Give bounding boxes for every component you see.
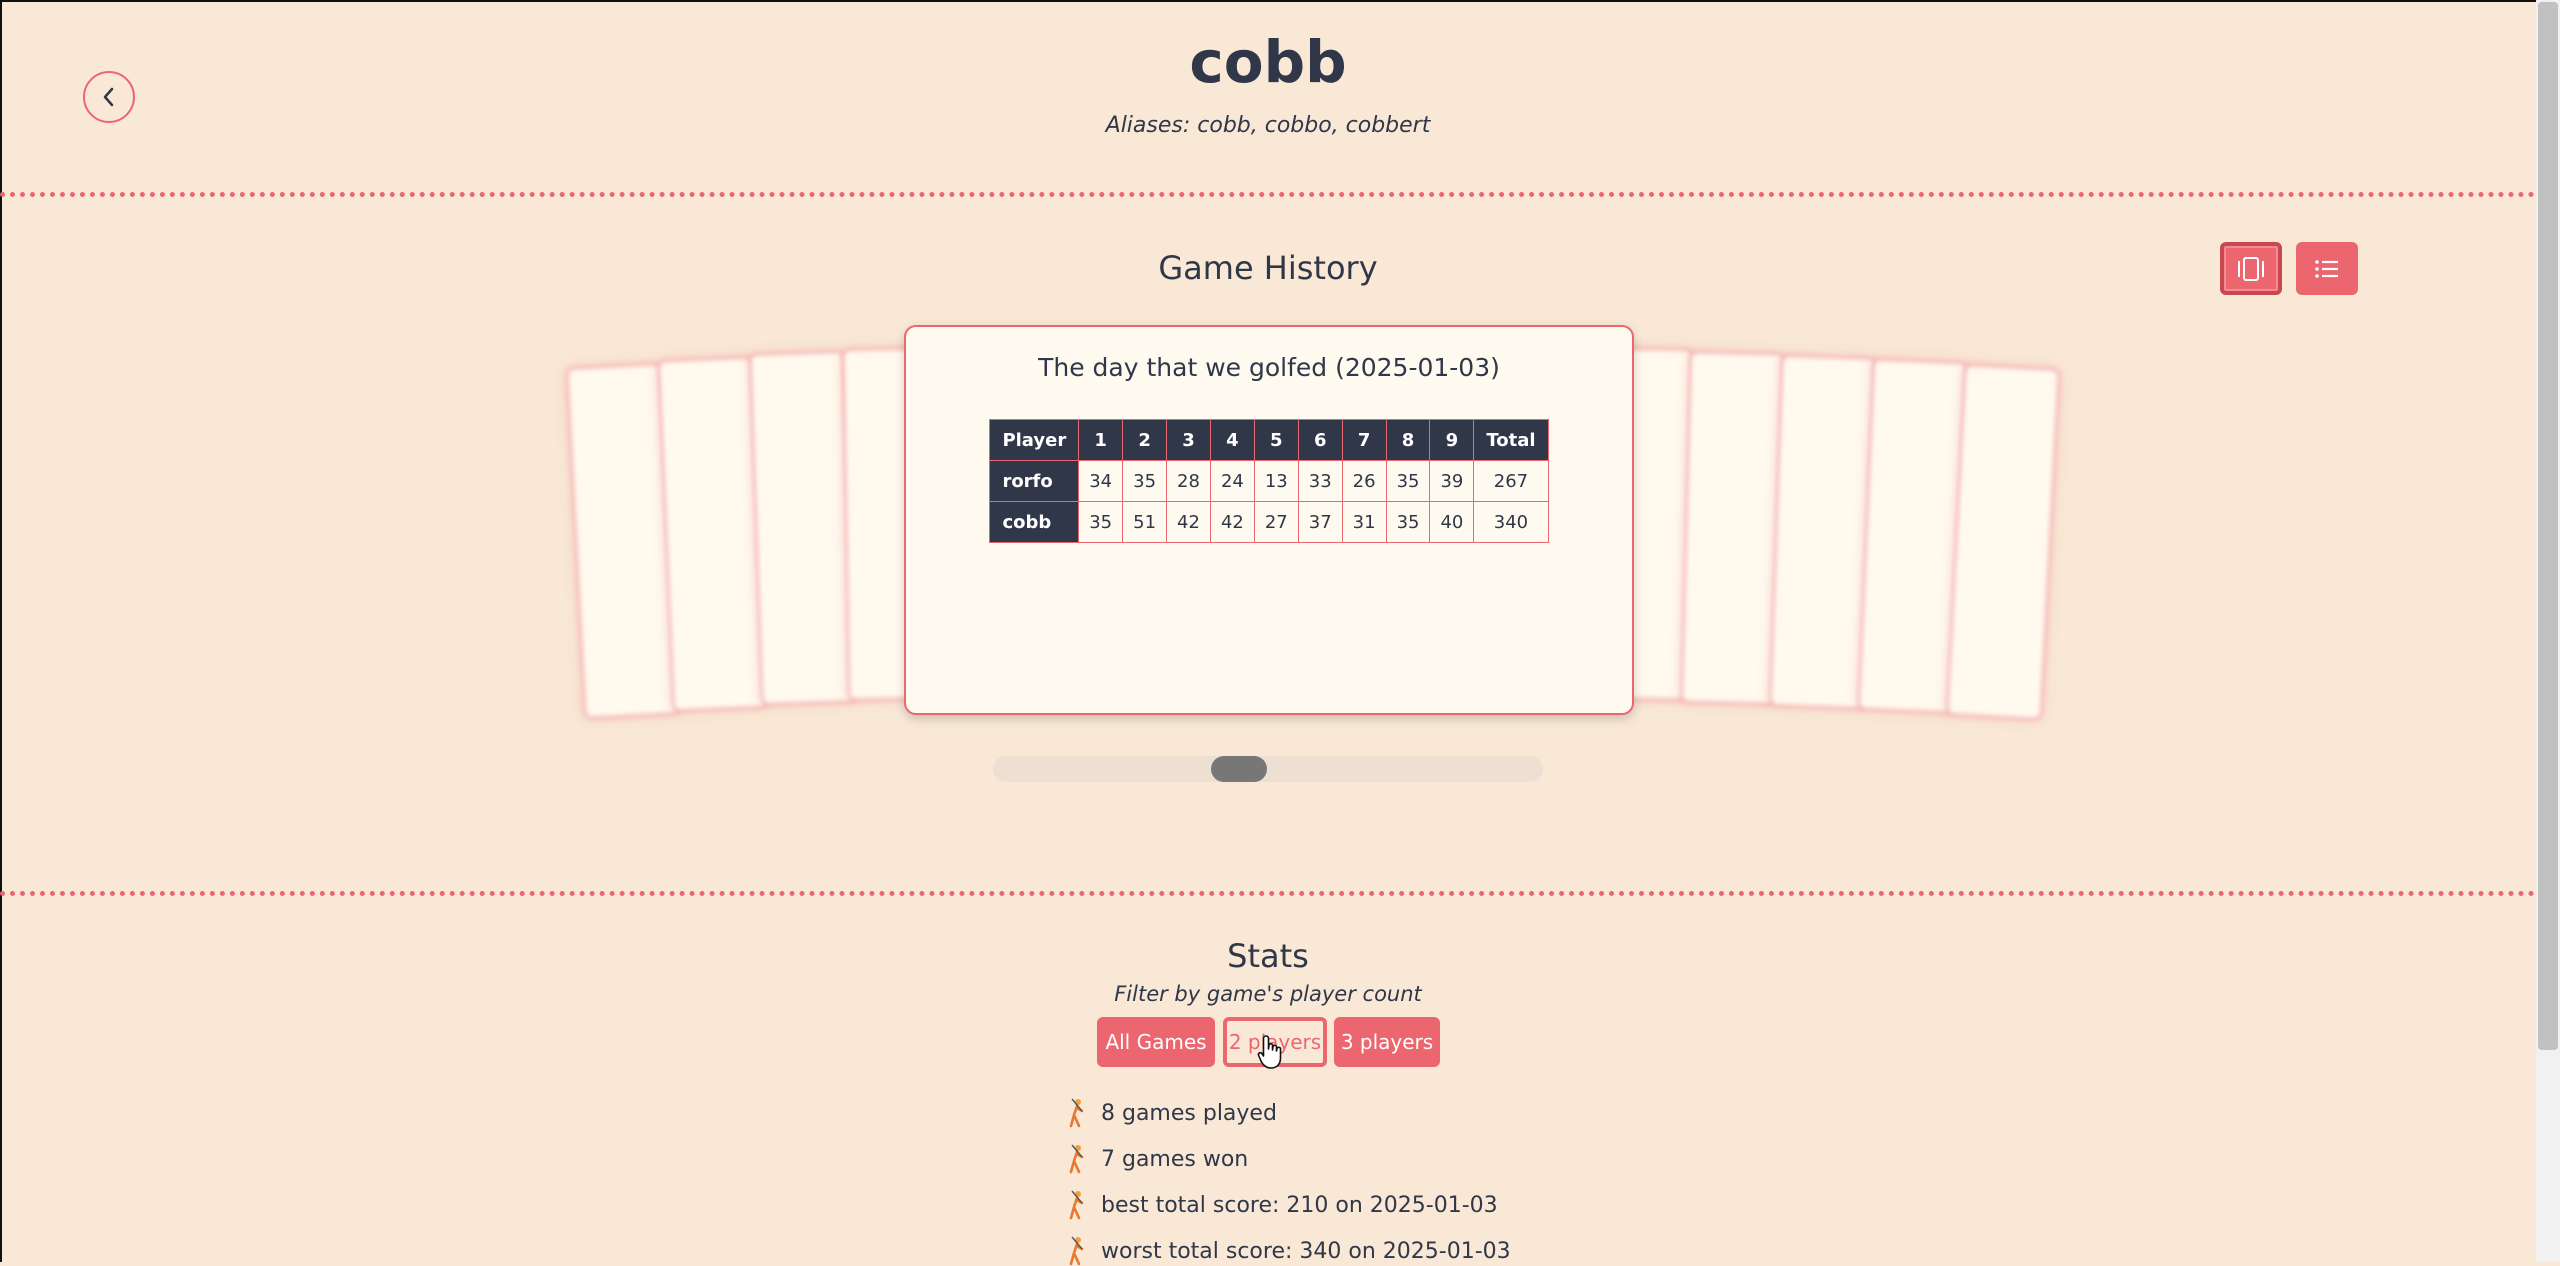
score-cell: 37 <box>1297 501 1343 543</box>
stat-item: best total score: 210 on 2025-01-03 <box>1063 1190 1498 1220</box>
carousel-card[interactable] <box>1945 363 2061 721</box>
golfer-icon <box>1069 1144 1084 1174</box>
score-cell: 51 <box>1122 501 1168 543</box>
column-header: 1 <box>1078 419 1124 461</box>
column-header: 8 <box>1385 419 1431 461</box>
score-cell: 13 <box>1253 460 1299 502</box>
total-cell: 340 <box>1473 501 1549 543</box>
score-cell: 42 <box>1209 501 1255 543</box>
score-cell: 39 <box>1429 460 1475 502</box>
total-cell: 267 <box>1473 460 1549 502</box>
column-header: 4 <box>1209 419 1255 461</box>
score-cell: 35 <box>1385 501 1431 543</box>
player-name: cobb <box>1189 28 1347 96</box>
table-row: rorfo 34 35 28 24 13 33 26 35 39 267 <box>989 460 1549 502</box>
carousel-view-icon <box>2238 256 2264 281</box>
filter-3-players-button[interactable]: 3 players <box>1334 1017 1440 1067</box>
column-header: 9 <box>1429 419 1475 461</box>
stat-text: best total score: 210 on 2025-01-03 <box>1101 1192 1498 1218</box>
table-header-row: Player 1 2 3 4 5 6 7 8 9 Total <box>989 419 1549 461</box>
score-cell: 34 <box>1078 460 1124 502</box>
divider-bottom <box>0 891 2536 896</box>
stat-text: worst total score: 340 on 2025-01-03 <box>1101 1238 1511 1264</box>
score-cell: 33 <box>1297 460 1343 502</box>
column-header: Player <box>989 419 1080 461</box>
golfer-icon <box>1069 1190 1084 1220</box>
player-cell: rorfo <box>989 460 1080 502</box>
column-header: 7 <box>1341 419 1387 461</box>
score-cell: 27 <box>1253 501 1299 543</box>
column-header: Total <box>1473 419 1549 461</box>
score-cell: 24 <box>1209 460 1255 502</box>
score-cell: 35 <box>1122 460 1168 502</box>
score-cell: 28 <box>1166 460 1211 502</box>
player-cell: cobb <box>989 501 1080 543</box>
list-view-icon <box>2315 259 2338 278</box>
score-cell: 31 <box>1341 501 1387 543</box>
divider-top <box>0 192 2536 197</box>
game-card-title: The day that we golfed (2025-01-03) <box>1038 353 1500 382</box>
score-cell: 42 <box>1166 501 1211 543</box>
hand-cursor-icon <box>1257 1035 1282 1069</box>
page-scrollbar-thumb[interactable] <box>2538 2 2558 1050</box>
stat-text: 7 games won <box>1101 1146 1249 1172</box>
score-cell: 26 <box>1341 460 1387 502</box>
table-row: cobb 35 51 42 42 27 37 31 35 40 340 <box>989 501 1549 543</box>
filter-all-games-button[interactable]: All Games <box>1097 1017 1215 1067</box>
column-header: 2 <box>1122 419 1168 461</box>
stat-item: 8 games played <box>1063 1098 1277 1128</box>
list-view-button[interactable] <box>2296 242 2358 295</box>
score-cell: 40 <box>1429 501 1475 543</box>
column-header: 6 <box>1297 419 1343 461</box>
filter-label: Filter by game's player count <box>1114 982 1422 1006</box>
carousel-card[interactable] <box>748 350 858 706</box>
score-cell: 35 <box>1385 460 1431 502</box>
column-header: 3 <box>1166 419 1211 461</box>
carousel-scroll-thumb[interactable] <box>1211 756 1267 782</box>
column-header: 5 <box>1253 419 1299 461</box>
score-cell: 35 <box>1078 501 1124 543</box>
stat-item: 7 games won <box>1063 1144 1248 1174</box>
carousel-view-button[interactable] <box>2220 242 2282 295</box>
stat-text: 8 games played <box>1101 1100 1277 1126</box>
player-aliases: Aliases: cobb, cobbo, cobbert <box>1105 113 1431 138</box>
golfer-icon <box>1069 1098 1084 1128</box>
stats-title: Stats <box>1227 937 1309 975</box>
game-card[interactable]: The day that we golfed (2025-01-03) Play… <box>904 325 1634 715</box>
score-table: Player 1 2 3 4 5 6 7 8 9 Total rorfo 34 … <box>989 419 1549 543</box>
game-history-title: Game History <box>1158 249 1378 287</box>
carousel-scrollbar[interactable] <box>993 756 1543 782</box>
